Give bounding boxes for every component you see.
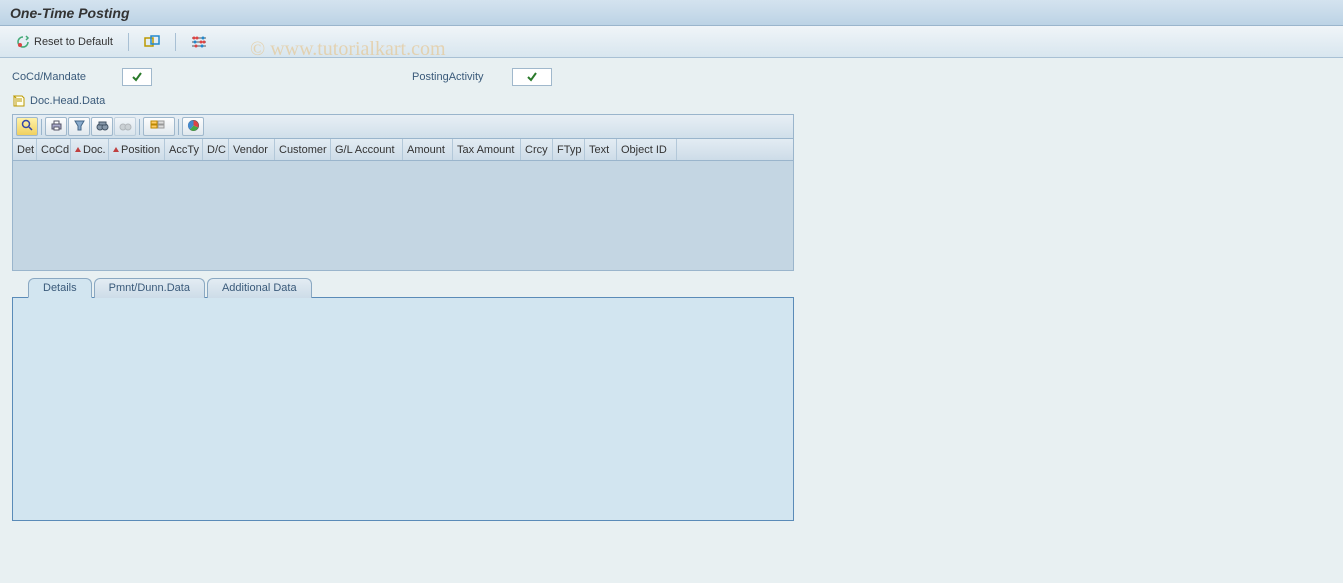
tab-content (12, 297, 794, 521)
tab[interactable]: Details (28, 278, 92, 298)
options-button[interactable] (138, 31, 166, 53)
binoculars-icon (96, 119, 109, 135)
column-label: Position (121, 144, 160, 156)
column-label: Amount (407, 144, 445, 156)
grid-header: Det CoCd Doc. Position AccTy D/C Vendor Custome… (13, 139, 793, 161)
column-header[interactable]: Amount (403, 139, 453, 160)
reset-label: Reset to Default (34, 36, 113, 48)
column-header[interactable]: Crcy (521, 139, 553, 160)
print-button[interactable] (45, 117, 67, 136)
printer-icon (50, 119, 63, 135)
column-header[interactable]: Det (13, 139, 37, 160)
sum-button[interactable] (143, 117, 175, 136)
column-label: CoCd (41, 144, 69, 156)
detail-button[interactable] (16, 117, 38, 136)
column-header[interactable]: Doc. (71, 139, 109, 160)
options-icon (144, 35, 160, 49)
data-grid: Det CoCd Doc. Position AccTy D/C Vendor Custome… (12, 114, 794, 271)
column-header[interactable]: CoCd (37, 139, 71, 160)
find-button[interactable] (91, 117, 113, 136)
column-label: Doc. (83, 144, 106, 156)
column-label: Det (17, 144, 34, 156)
column-label: G/L Account (335, 144, 395, 156)
checkmark-icon (131, 71, 143, 83)
binoculars-next-icon (119, 119, 132, 135)
column-header[interactable]: FTyp (553, 139, 585, 160)
cocd-mandate-input[interactable] (122, 68, 152, 86)
content-area: CoCd/Mandate PostingActivity Doc.Head.Da… (0, 58, 1343, 529)
column-label: Text (589, 144, 609, 156)
doc-head-data-link[interactable]: Doc.Head.Data (12, 92, 1331, 110)
abacus-icon (191, 35, 207, 49)
column-header[interactable]: Position (109, 139, 165, 160)
column-header[interactable]: Object ID (617, 139, 677, 160)
column-label: Crcy (525, 144, 548, 156)
column-header[interactable]: AccTy (165, 139, 203, 160)
grid-toolbar (13, 115, 793, 139)
column-header[interactable]: Customer (275, 139, 331, 160)
filter-button[interactable] (68, 117, 90, 136)
refresh-icon (16, 35, 30, 49)
magnifier-icon (21, 119, 34, 135)
title-bar: One-Time Posting (0, 0, 1343, 26)
column-label: AccTy (169, 144, 199, 156)
grid-body[interactable] (13, 161, 793, 269)
column-label: Tax Amount (457, 144, 514, 156)
page-title: One-Time Posting (10, 5, 130, 21)
tabstrip: DetailsPmnt/Dunn.DataAdditional Data (28, 277, 794, 297)
sum-icon (150, 119, 168, 135)
sort-asc-icon (75, 147, 81, 152)
column-header[interactable]: D/C (203, 139, 229, 160)
graph-button[interactable] (182, 117, 204, 136)
checkmark-icon (526, 71, 538, 83)
views-button[interactable] (185, 31, 213, 53)
column-label: Object ID (621, 144, 667, 156)
cocd-mandate-label: CoCd/Mandate (12, 71, 122, 83)
column-header[interactable]: Tax Amount (453, 139, 521, 160)
app-toolbar: Reset to Default (0, 26, 1343, 58)
tab[interactable]: Pmnt/Dunn.Data (94, 278, 205, 298)
chart-icon (187, 119, 200, 135)
column-label: FTyp (557, 144, 581, 156)
column-header[interactable]: Vendor (229, 139, 275, 160)
sort-asc-icon (113, 147, 119, 152)
reset-to-default-button[interactable]: Reset to Default (10, 31, 119, 53)
tabstrip-container: DetailsPmnt/Dunn.DataAdditional Data (12, 277, 794, 521)
posting-activity-input[interactable] (512, 68, 552, 86)
filter-row: CoCd/Mandate PostingActivity (12, 66, 1331, 88)
column-label: Vendor (233, 144, 268, 156)
column-label: D/C (207, 144, 226, 156)
column-header[interactable]: G/L Account (331, 139, 403, 160)
funnel-icon (73, 119, 86, 135)
document-icon (12, 94, 26, 108)
column-header[interactable]: Text (585, 139, 617, 160)
column-label: Customer (279, 144, 327, 156)
find-next-button[interactable] (114, 117, 136, 136)
tab[interactable]: Additional Data (207, 278, 312, 298)
doc-head-data-label: Doc.Head.Data (30, 95, 105, 107)
posting-activity-label: PostingActivity (412, 71, 512, 83)
